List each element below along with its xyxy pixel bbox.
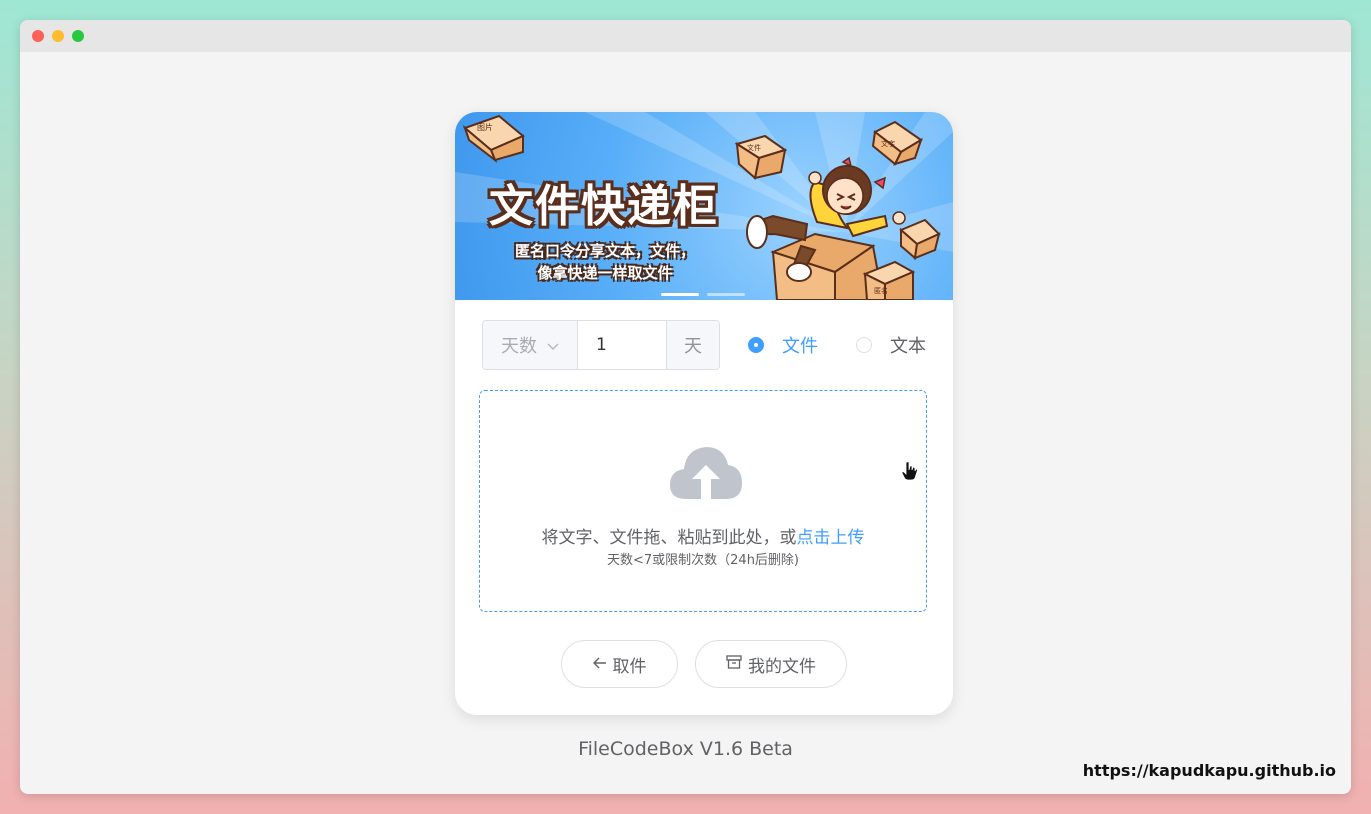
expire-type-label: 天数 — [501, 336, 537, 357]
banner-subtitle-line1: 匿名口令分享文本，文件， — [514, 242, 695, 260]
close-window-button[interactable] — [32, 30, 44, 42]
my-files-button[interactable]: 我的文件 — [695, 640, 847, 688]
watermark-url: https://kapudkapu.github.io — [1082, 761, 1336, 780]
box-picture-icon: 图片 — [462, 114, 525, 164]
box-text-icon: 文字 — [871, 120, 923, 166]
retrieve-button-label: 取件 — [612, 656, 647, 677]
click-upload-link[interactable]: 点击上传 — [797, 528, 865, 548]
upload-dropzone[interactable]: 将文字、文件拖、粘贴到此处，或点击上传 天数<7或限制次数（24h后删除) — [479, 390, 927, 612]
my-files-button-label: 我的文件 — [748, 656, 816, 677]
svg-text:图片: 图片 — [477, 122, 493, 132]
minimize-window-button[interactable] — [52, 30, 64, 42]
radio-text-indicator — [856, 337, 872, 353]
carousel-indicator-2[interactable] — [707, 293, 745, 296]
share-card: 图片 文件 文字 匿名 文件快递柜 匿名口令分享文本，文件， 像拿快递一样取文件… — [455, 112, 953, 715]
app-window: 图片 文件 文字 匿名 文件快递柜 匿名口令分享文本，文件， 像拿快递一样取文件… — [20, 20, 1351, 794]
radio-text-label: 文本 — [890, 336, 926, 357]
carousel-indicator-1[interactable] — [661, 293, 699, 296]
radio-text[interactable]: 文本 — [856, 332, 926, 358]
svg-text:文件: 文件 — [747, 143, 761, 152]
dropzone-tip: 天数<7或限制次数（24h后删除) — [606, 553, 800, 568]
svg-text:文字: 文字 — [881, 139, 895, 148]
arrow-left-icon — [592, 654, 607, 674]
radio-file[interactable]: 文件 — [748, 332, 818, 358]
dropzone-text: 将文字、文件拖、粘贴到此处，或 — [541, 528, 797, 548]
title-bar — [20, 20, 1351, 52]
chevron-down-icon — [547, 335, 559, 356]
hand-cursor-icon — [901, 461, 918, 485]
expire-type-select[interactable]: 天数 — [483, 321, 578, 369]
expire-input-group: 天数 1 天 — [482, 320, 720, 370]
expire-unit-label: 天 — [666, 321, 719, 369]
banner-carousel[interactable]: 图片 文件 文字 匿名 文件快递柜 匿名口令分享文本，文件， 像拿快递一样取文件 — [455, 112, 953, 300]
expire-value-input[interactable]: 1 — [578, 321, 666, 369]
retrieve-button[interactable]: 取件 — [561, 640, 678, 688]
upload-options: 天数 1 天 文件 文本 — [482, 320, 932, 370]
upload-cloud-icon — [668, 443, 744, 505]
radio-file-label: 文件 — [782, 336, 818, 357]
dropzone-instructions: 将文字、文件拖、粘贴到此处，或点击上传 — [480, 523, 926, 548]
radio-file-indicator — [748, 337, 764, 353]
banner-title: 文件快递柜 — [489, 181, 719, 232]
svg-text:匿名: 匿名 — [874, 286, 888, 295]
banner-subtitle: 匿名口令分享文本，文件， 像拿快递一样取文件 — [505, 240, 705, 284]
box-icon — [726, 654, 742, 674]
maximize-window-button[interactable] — [72, 30, 84, 42]
carousel-indicators — [661, 281, 753, 300]
version-label: FileCodeBox V1.6 Beta — [578, 738, 793, 760]
